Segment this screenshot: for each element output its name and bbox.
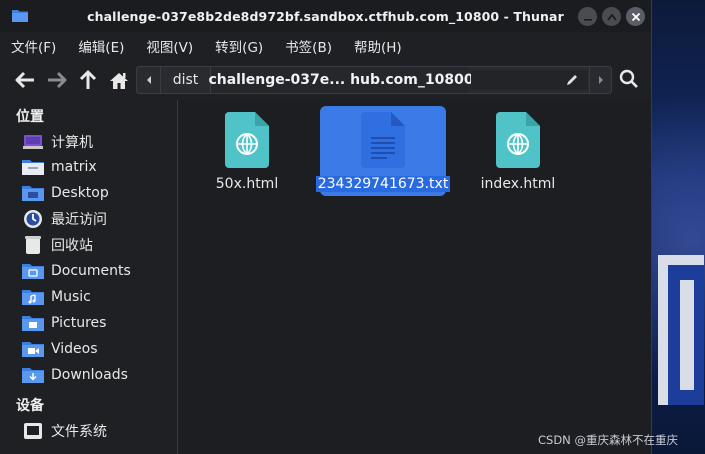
- sidebar-item-label: 文件系统: [51, 424, 107, 440]
- csdn-watermark: CSDN @重庆森林不在重庆: [538, 433, 678, 447]
- sidebar-item-pictures[interactable]: Pictures: [22, 311, 172, 335]
- chevron-right-icon: [598, 76, 603, 84]
- music-folder-icon: [22, 287, 44, 307]
- menu-edit[interactable]: 编辑(E): [75, 34, 127, 58]
- path-scroll-left-button[interactable]: [137, 67, 161, 93]
- home-folder-icon: [22, 157, 44, 177]
- home-icon: [110, 72, 128, 89]
- text-file-icon: [361, 112, 405, 168]
- search-button[interactable]: [618, 69, 640, 89]
- sidebar-item-label: Desktop: [51, 185, 109, 201]
- edit-location-button[interactable]: [563, 71, 581, 89]
- menubar: 文件(F) 编辑(E) 视图(V) 转到(G) 书签(B) 帮助(H): [0, 32, 651, 60]
- recent-icon: [22, 209, 44, 229]
- up-button[interactable]: [77, 70, 99, 90]
- close-button[interactable]: [626, 7, 645, 26]
- path-segment-current[interactable]: challenge-037e... hub.com_10800: [208, 67, 474, 93]
- path-segment-dist[interactable]: dist: [161, 67, 211, 93]
- titlebar[interactable]: challenge-037e8b2de8d972bf.sandbox.ctfhu…: [0, 0, 651, 32]
- trash-icon: [22, 235, 44, 255]
- sidebar-item-label: Pictures: [51, 315, 107, 331]
- location-bar: dist challenge-037e... hub.com_10800: [136, 66, 612, 94]
- sidebar-item-filesystem[interactable]: 文件系统: [22, 419, 172, 443]
- desktop-background: [652, 0, 705, 454]
- sidebar-item-label: matrix: [51, 159, 97, 175]
- file-item-50x-html[interactable]: 50x.html: [184, 106, 310, 196]
- file-name: 234329741673.txt: [315, 176, 451, 192]
- sidebar-item-label: Music: [51, 289, 91, 305]
- chevron-left-icon: [146, 76, 151, 84]
- menu-go[interactable]: 转到(G): [212, 34, 266, 58]
- desktop-folder-icon: [22, 183, 44, 203]
- window-title: challenge-037e8b2de8d972bf.sandbox.ctfhu…: [87, 8, 564, 24]
- documents-folder-icon: [22, 261, 44, 281]
- sidebar-item-videos[interactable]: Videos: [22, 337, 172, 361]
- downloads-folder-icon: [22, 365, 44, 385]
- places-header: 位置: [16, 109, 44, 125]
- path-scroll-right-button[interactable]: [589, 67, 611, 93]
- file-manager-window: challenge-037e8b2de8d972bf.sandbox.ctfhu…: [0, 0, 652, 454]
- sidebar-item-music[interactable]: Music: [22, 285, 172, 309]
- home-button[interactable]: [108, 70, 130, 90]
- back-button[interactable]: [14, 70, 36, 90]
- sidebar-item-label: 回收站: [51, 238, 93, 254]
- videos-folder-icon: [22, 339, 44, 359]
- sidebar-item-documents[interactable]: Documents: [22, 259, 172, 283]
- maximize-button[interactable]: [602, 7, 621, 26]
- file-name: 50x.html: [215, 176, 279, 192]
- html-file-icon: [225, 112, 269, 168]
- search-icon: [619, 69, 638, 88]
- file-item-index-html[interactable]: index.html: [455, 106, 581, 196]
- html-file-icon: [496, 112, 540, 168]
- computer-icon: [22, 132, 44, 152]
- sidebar-item-trash[interactable]: 回收站: [22, 233, 172, 257]
- file-name: index.html: [480, 176, 556, 192]
- maximize-icon: [606, 13, 617, 21]
- back-arrow-icon: [15, 71, 34, 89]
- devices-header: 设备: [16, 398, 44, 414]
- menu-file[interactable]: 文件(F): [8, 34, 59, 58]
- sidebar-item-downloads[interactable]: Downloads: [22, 363, 172, 387]
- sidebar-item-label: Documents: [51, 263, 131, 279]
- file-item-234329741673-txt[interactable]: 234329741673.txt: [315, 106, 451, 196]
- forward-arrow-icon: [48, 71, 67, 89]
- menu-help[interactable]: 帮助(H): [351, 34, 405, 58]
- menu-bookmarks[interactable]: 书签(B): [282, 34, 335, 58]
- up-arrow-icon: [79, 70, 97, 89]
- sidebar-item-label: 计算机: [51, 135, 93, 151]
- forward-button[interactable]: [46, 70, 68, 90]
- minimize-icon: [583, 18, 592, 21]
- sidebar-item-recent[interactable]: 最近访问: [22, 207, 172, 231]
- close-icon: [631, 12, 640, 21]
- sidebar-item-matrix[interactable]: matrix: [22, 155, 172, 179]
- sidebar-item-desktop[interactable]: Desktop: [22, 181, 172, 205]
- pencil-icon: [567, 75, 577, 85]
- minimize-button[interactable]: [578, 7, 597, 26]
- sidebar-item-label: 最近访问: [51, 212, 107, 228]
- sidebar-item-label: Videos: [51, 341, 98, 357]
- folder-app-icon: [12, 10, 28, 22]
- file-view[interactable]: 50x.html 234329741673.txt index.html: [179, 100, 651, 454]
- menu-view[interactable]: 视图(V): [143, 34, 196, 58]
- filesystem-icon: [22, 421, 44, 441]
- pictures-folder-icon: [22, 313, 44, 333]
- sidebar-item-computer[interactable]: 计算机: [22, 130, 172, 154]
- sidebar: 位置 计算机 matrix Desktop 最近访问 回收站 Documents…: [0, 100, 178, 454]
- toolbar: dist challenge-037e... hub.com_10800: [0, 60, 651, 100]
- sidebar-item-label: Downloads: [51, 367, 128, 383]
